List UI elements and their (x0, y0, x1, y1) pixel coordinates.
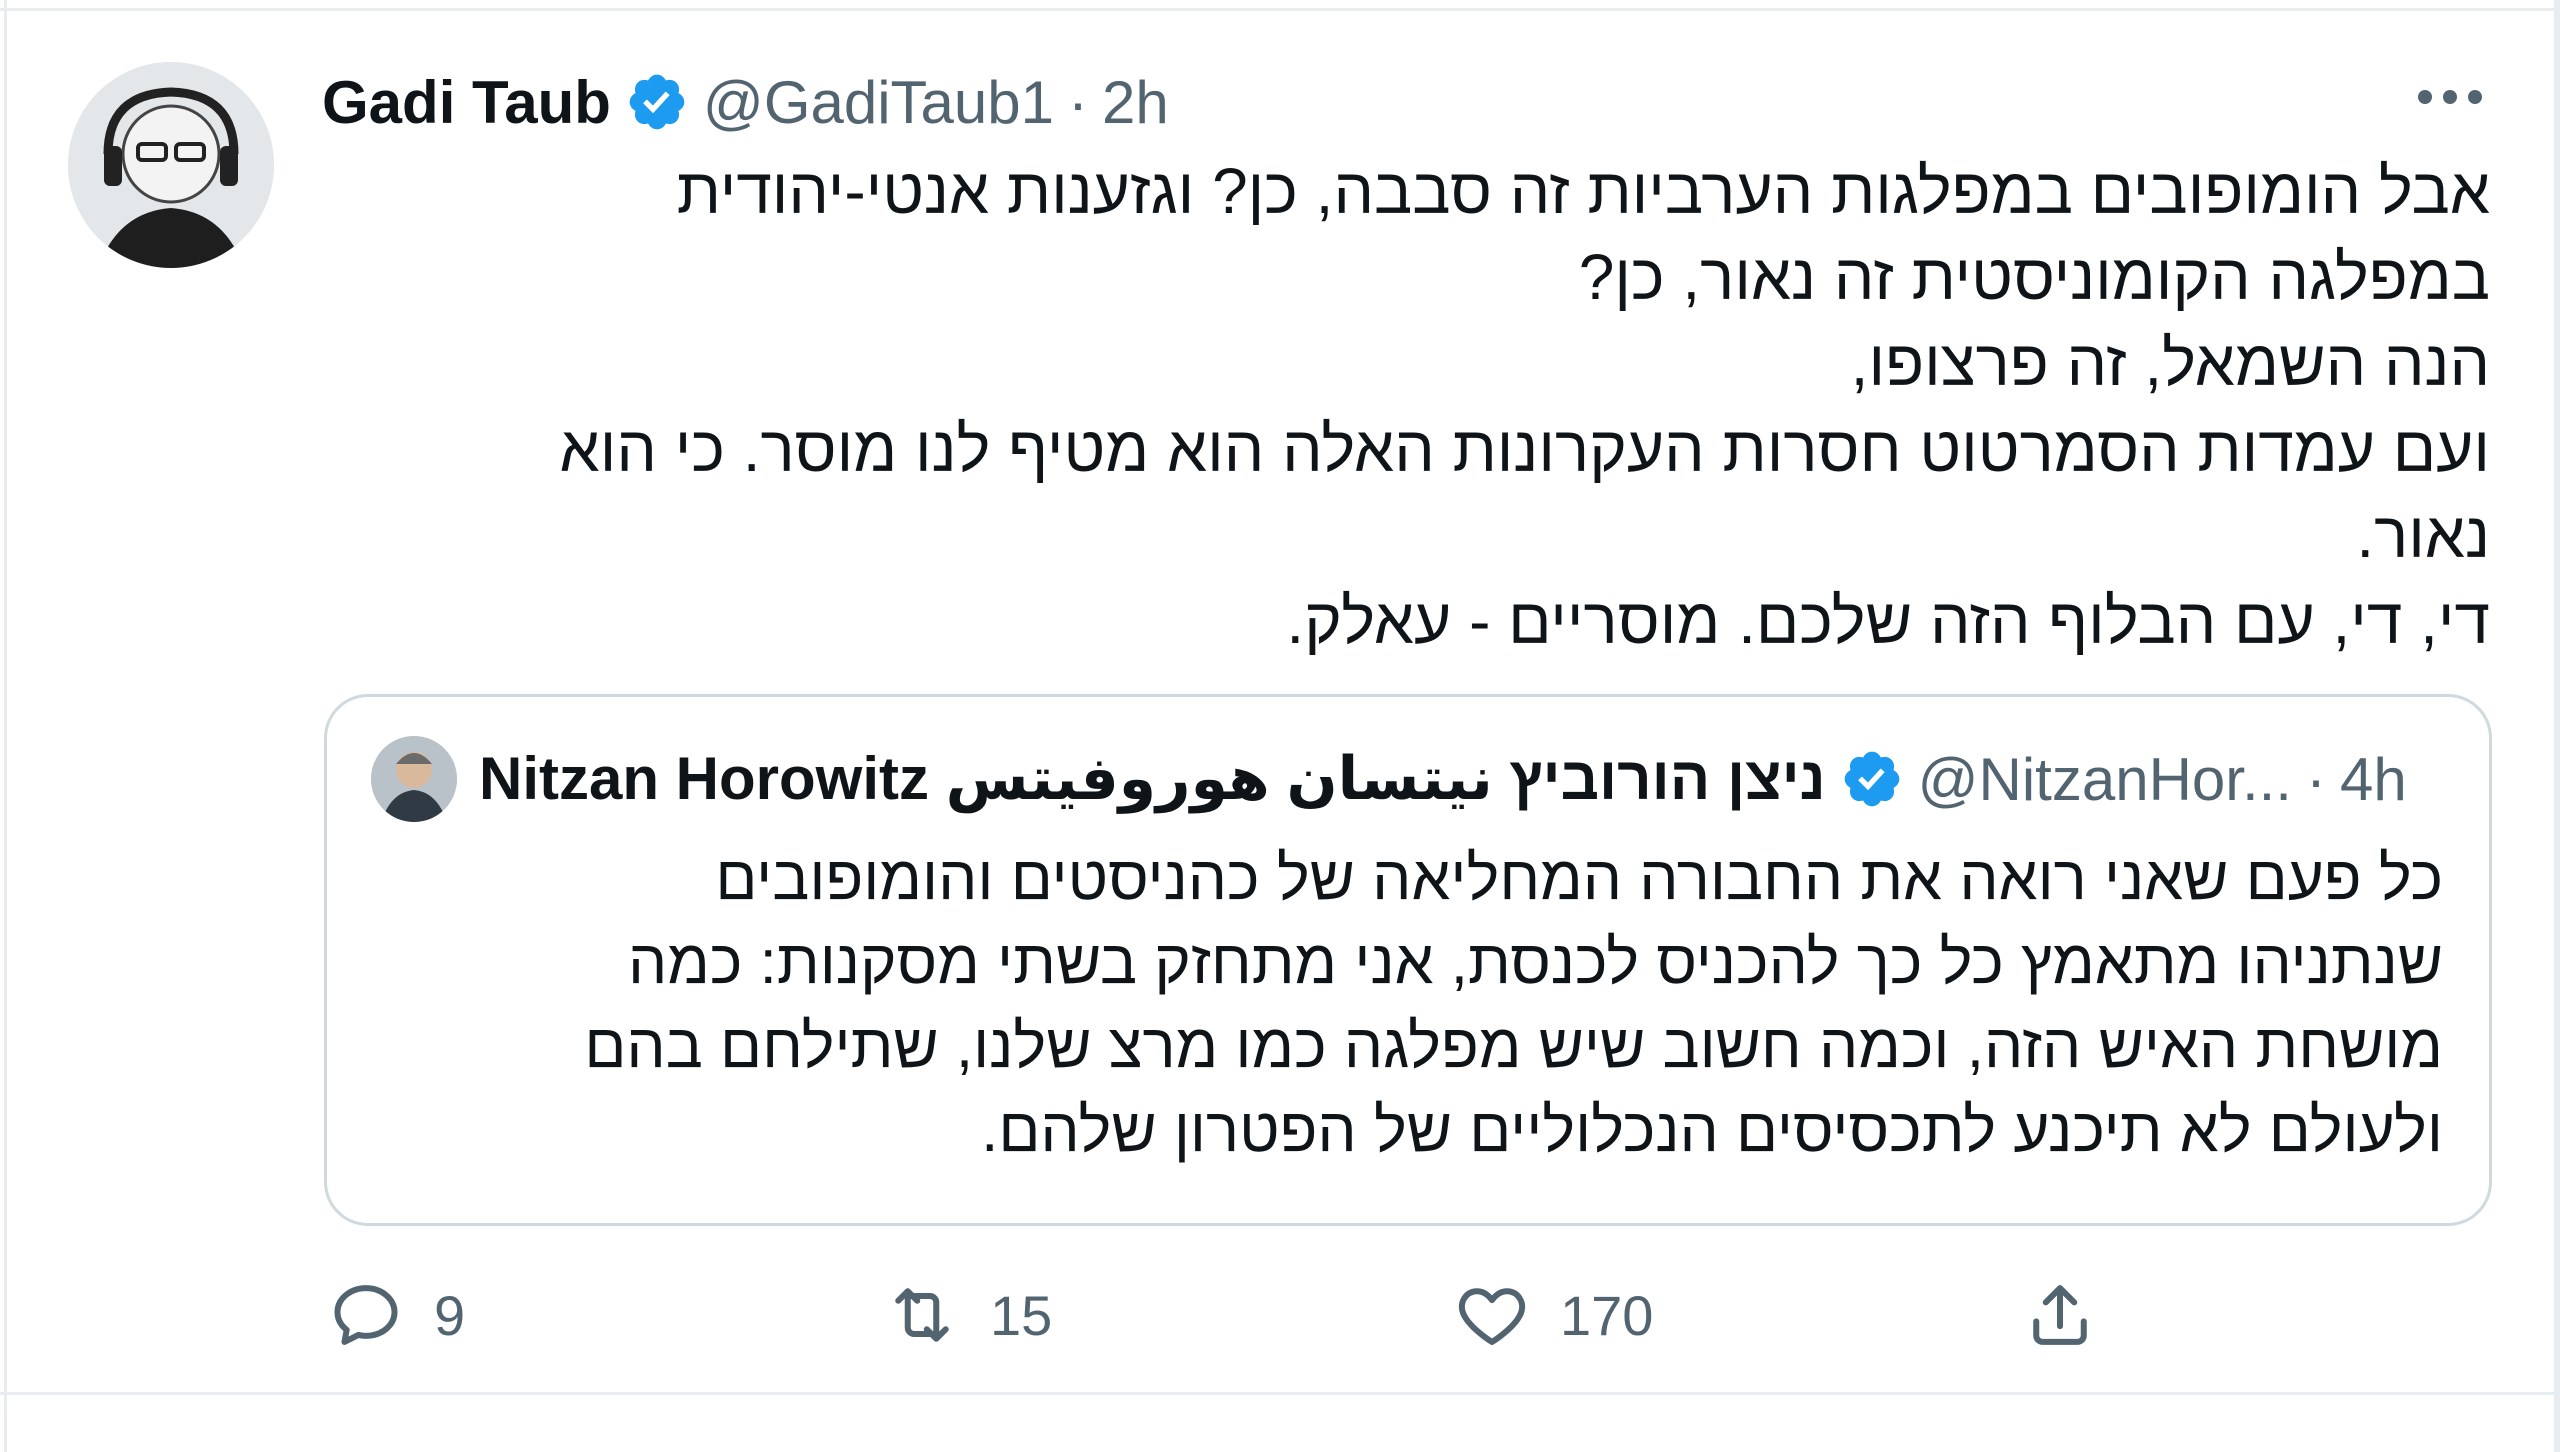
quoted-avatar-photo-icon (371, 736, 457, 822)
left-divider (4, 0, 7, 1452)
like-count: 170 (1560, 1283, 1654, 1347)
tweet-text-line: אבל הומופובים במפלגות הערביות זה סבבה, כ… (676, 155, 2490, 227)
author-avatar[interactable] (68, 62, 274, 268)
header-separator: · (1068, 68, 1089, 136)
quoted-author-name[interactable]: Nitzan Horowitz ניצן הורוביץ نيتسان هورو… (479, 744, 1826, 814)
quoted-tweet-body: כל פעם שאני רואה את החבורה המחליאה של כה… (367, 837, 2443, 1173)
author-name[interactable]: Gadi Taub (322, 68, 611, 137)
tweet-text-line: במפלגה הקומוניסטית זה נאור, כן? (1578, 241, 2490, 313)
tweet-timestamp[interactable]: 2h (1102, 68, 1169, 137)
reply-count: 9 (434, 1283, 466, 1347)
quoted-tweet-header: Nitzan Horowitz ניצן הורוביץ نيتسان هورو… (371, 736, 2407, 822)
tweet-header: Gadi Taub @GadiTaub1 · 2h (322, 62, 1169, 142)
tweet-text-line: די, די, עם הבלוף הזה שלכם. מוסריים - עאל… (1286, 585, 2490, 657)
bottom-divider (0, 1392, 2560, 1395)
tweet-text-line: נאור. (2356, 499, 2490, 571)
tweet-text-line: הנה השמאל, זה פרצופו, (1850, 327, 2490, 399)
verified-badge-icon (1844, 751, 1899, 807)
retweet-button[interactable]: 15 (884, 1270, 1052, 1360)
tweet-text-line: ועם עמדות הסמרטוט חסרות העקרונות האלה הו… (559, 413, 2490, 485)
quoted-text-line: כל פעם שאני רואה את החבורה המחליאה של כה… (715, 844, 2443, 913)
more-options-button[interactable] (2400, 62, 2500, 132)
quoted-author-avatar[interactable] (371, 736, 457, 822)
quoted-text-line: ולעולם לא תיכנע לתכסיסים הנכלוליים של הפ… (981, 1096, 2443, 1165)
quoted-header-separator: · (2305, 745, 2326, 813)
share-button[interactable] (2022, 1270, 2098, 1360)
top-divider (0, 8, 2560, 11)
tweet-action-bar: 9 15 170 (322, 1270, 2122, 1360)
quoted-text-line: מושחת האיש הזה, וכמה חשוב שיש מפלגה כמו … (584, 1012, 2443, 1081)
like-button[interactable]: 170 (1454, 1270, 1653, 1360)
right-divider (2554, 0, 2560, 1452)
retweet-count: 15 (990, 1283, 1053, 1347)
tweet-body: אבל הומופובים במפלגות הערביות זה סבבה, כ… (360, 148, 2490, 664)
heart-icon (1458, 1288, 1526, 1345)
quoted-author-handle[interactable]: @NitzanHor... (1918, 745, 2292, 814)
share-icon (2033, 1285, 2087, 1345)
reply-icon (334, 1285, 398, 1345)
more-dots-icon (2418, 90, 2482, 104)
avatar-photo-icon (68, 62, 274, 268)
quoted-tweet-timestamp[interactable]: 4h (2340, 745, 2407, 814)
quoted-text-line: שנתניהו מתאמץ כל כך להכניס לכנסת, אני מת… (628, 928, 2443, 997)
reply-button[interactable]: 9 (328, 1270, 465, 1360)
author-handle[interactable]: @GadiTaub1 (703, 68, 1054, 137)
verified-badge-icon (629, 74, 685, 130)
quoted-tweet-card[interactable]: Nitzan Horowitz ניצן הורוביץ نيتسان هورو… (324, 694, 2492, 1226)
tweet-frame: Gadi Taub @GadiTaub1 · 2h אבל הומופובים … (0, 0, 2560, 1452)
retweet-icon (895, 1288, 949, 1342)
